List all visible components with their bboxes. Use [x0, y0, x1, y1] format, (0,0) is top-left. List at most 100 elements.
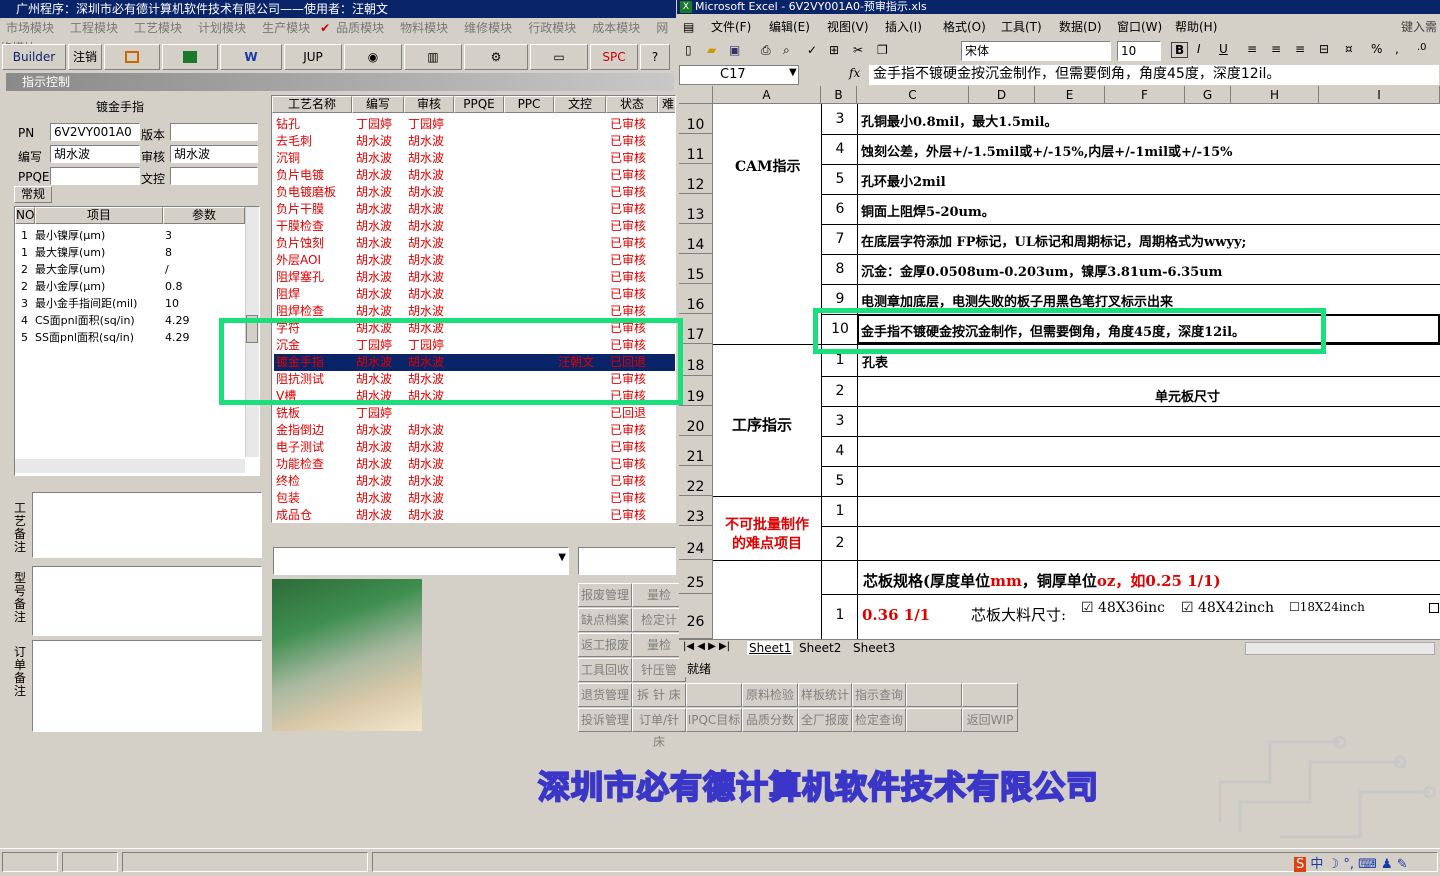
- menu-data[interactable]: 数据(D): [1059, 16, 1102, 38]
- proc-item-number[interactable]: 4: [822, 443, 858, 459]
- cam-item-number[interactable]: 4: [822, 141, 858, 157]
- research-icon[interactable]: ⊞: [829, 43, 839, 57]
- word-icon[interactable]: W: [220, 44, 282, 70]
- menu-material[interactable]: 物料模块: [400, 21, 448, 35]
- row-header[interactable]: 11: [679, 134, 713, 164]
- menu-help[interactable]: 帮助(H): [1175, 16, 1217, 38]
- process-row[interactable]: 终检 胡水波 胡水波 已审核: [274, 473, 675, 490]
- process-row[interactable]: 外层AOI 胡水波 胡水波 已审核: [274, 252, 675, 269]
- side-button[interactable]: 针压管: [632, 658, 686, 682]
- first-sheet-icon[interactable]: |◀ ◀ ▶ ▶|: [683, 641, 730, 652]
- menu-tools[interactable]: 工具(T): [1001, 16, 1042, 38]
- side-button[interactable]: 返工报废: [578, 633, 632, 657]
- row-header[interactable]: 17: [679, 314, 713, 344]
- column-header[interactable]: E: [1035, 86, 1105, 104]
- side-button[interactable]: 投诉管理: [578, 708, 632, 732]
- column-header[interactable]: G: [1185, 86, 1231, 104]
- param-row[interactable]: 3 最小金手指间距(mil) 10: [15, 295, 245, 312]
- cam-item-number[interactable]: 6: [822, 201, 858, 217]
- blank-button-3[interactable]: [962, 683, 1018, 707]
- r26-value[interactable]: 0.36 1/1: [862, 606, 930, 624]
- cam-item-text[interactable]: 沉金：金厚0.0508um-0.203um，镍厚3.81um-6.35um: [861, 261, 1222, 280]
- menu-admin[interactable]: 行政模块: [528, 21, 576, 35]
- side-button[interactable]: 缺点档案: [578, 608, 632, 632]
- blank-button-2[interactable]: [906, 683, 962, 707]
- increase-decimal-icon[interactable]: .0: [1417, 42, 1427, 53]
- side-button[interactable]: 拆 针 床: [632, 683, 686, 707]
- eye-icon[interactable]: ◉: [344, 44, 402, 70]
- process-row[interactable]: 钻孔 丁园婷 丁园婷 已审核: [274, 116, 675, 133]
- editor-field[interactable]: 胡水波: [50, 145, 140, 163]
- option-18x24[interactable]: ☐18X24inch: [1289, 600, 1365, 614]
- tab-sheet1[interactable]: Sheet1: [747, 641, 794, 655]
- menu-plan[interactable]: 计划模块: [198, 21, 246, 35]
- version-field[interactable]: [170, 123, 258, 141]
- process-row[interactable]: 金指倒边 胡水波 胡水波 已审核: [274, 422, 675, 439]
- function-icon[interactable]: fx: [849, 66, 860, 80]
- row-header[interactable]: 24: [679, 526, 713, 560]
- tools-icon[interactable]: ⚙: [464, 44, 528, 70]
- column-header[interactable]: H: [1231, 86, 1319, 104]
- param-row[interactable]: 1 最大镍厚(um) 8: [15, 244, 245, 261]
- ipqc-target-button[interactable]: IPQC目标: [686, 708, 742, 732]
- proc-1-text[interactable]: 孔表: [862, 352, 888, 371]
- new-icon[interactable]: ▯: [685, 43, 692, 57]
- proc-item-number[interactable]: 5: [822, 473, 858, 489]
- builder-button[interactable]: Builder: [2, 44, 66, 70]
- bold-button[interactable]: B: [1171, 42, 1189, 58]
- row-header[interactable]: 25: [679, 560, 713, 594]
- order-note[interactable]: [32, 640, 262, 732]
- process-row[interactable]: 成品仓 胡水波 胡水波 已审核: [274, 507, 675, 522]
- param-row[interactable]: 2 最大金厚(um) /: [15, 261, 245, 278]
- process-group-label[interactable]: 工序指示: [732, 414, 792, 435]
- row-header[interactable]: 14: [679, 224, 713, 254]
- row-header[interactable]: 13: [679, 194, 713, 224]
- column-header[interactable]: B: [821, 86, 857, 104]
- hard-items-label-1[interactable]: 不可批量制作: [717, 514, 817, 534]
- menu-format[interactable]: 格式(O): [943, 16, 986, 38]
- side-button[interactable]: 订单/针床: [632, 708, 686, 749]
- row-header[interactable]: 15: [679, 254, 713, 284]
- return-wip-button[interactable]: 返回WIP: [962, 708, 1018, 732]
- row-header[interactable]: 26: [679, 594, 713, 639]
- column-header[interactable]: A: [713, 86, 821, 104]
- column-header[interactable]: D: [969, 86, 1035, 104]
- print-icon[interactable]: ⎙: [761, 43, 771, 58]
- process-row[interactable]: 功能检查 胡水波 胡水波 已审核: [274, 456, 675, 473]
- menu-engineering[interactable]: 工程模块: [70, 21, 118, 35]
- process-note[interactable]: [32, 492, 262, 558]
- formula-input[interactable]: 金手指不镀硬金按沉金制作，但需要倒角，角度45度，深度12il。: [869, 65, 1439, 85]
- menu-file[interactable]: 文件(F): [711, 16, 751, 38]
- side-button[interactable]: 检定计: [632, 608, 686, 632]
- side-button[interactable]: 量检: [632, 583, 686, 607]
- chevron-down-icon[interactable]: ▼: [558, 552, 566, 563]
- secondary-input[interactable]: [578, 547, 676, 575]
- r26-number[interactable]: 1: [822, 607, 858, 623]
- param-row[interactable]: 5 SS面pnl面积(sq/in) 4.29: [15, 329, 245, 346]
- side-button[interactable]: 报废管理: [578, 583, 632, 607]
- row-header[interactable]: 23: [679, 496, 713, 526]
- monitor-icon[interactable]: ▭: [530, 44, 588, 70]
- spell-icon[interactable]: ✓: [807, 43, 817, 57]
- proc-item-number[interactable]: 1: [822, 352, 858, 368]
- column-header[interactable]: I: [1319, 86, 1440, 104]
- tab-general[interactable]: 常规: [14, 186, 52, 203]
- cam-item-number[interactable]: 8: [822, 261, 858, 277]
- process-row[interactable]: 负片干膜 胡水波 胡水波 已审核: [274, 201, 675, 218]
- process-row[interactable]: 阻焊 胡水波 胡水波 已审核: [274, 286, 675, 303]
- process-row[interactable]: 干膜检查 胡水波 胡水波 已审核: [274, 218, 675, 235]
- instruction-query-button[interactable]: 指示查询: [852, 683, 906, 707]
- process-dropdown[interactable]: ▼: [273, 547, 569, 575]
- copy-icon[interactable]: ❐: [877, 43, 888, 57]
- wenkong-field[interactable]: [170, 167, 258, 185]
- factory-scrap-button[interactable]: 全厂报废: [798, 708, 852, 732]
- cam-item-text[interactable]: 孔铜最小0.8mil，最大1.5mil。: [861, 111, 1058, 130]
- menu-edit[interactable]: 编辑(E): [769, 16, 810, 38]
- row-header[interactable]: 20: [679, 406, 713, 436]
- cam-item-number[interactable]: 5: [822, 171, 858, 187]
- menu-view[interactable]: 视图(V): [827, 16, 869, 38]
- hard-item-number[interactable]: 1: [822, 503, 858, 519]
- quality-score-button[interactable]: 品质分数: [742, 708, 798, 732]
- row-header[interactable]: 22: [679, 466, 713, 496]
- row-header[interactable]: 19: [679, 376, 713, 406]
